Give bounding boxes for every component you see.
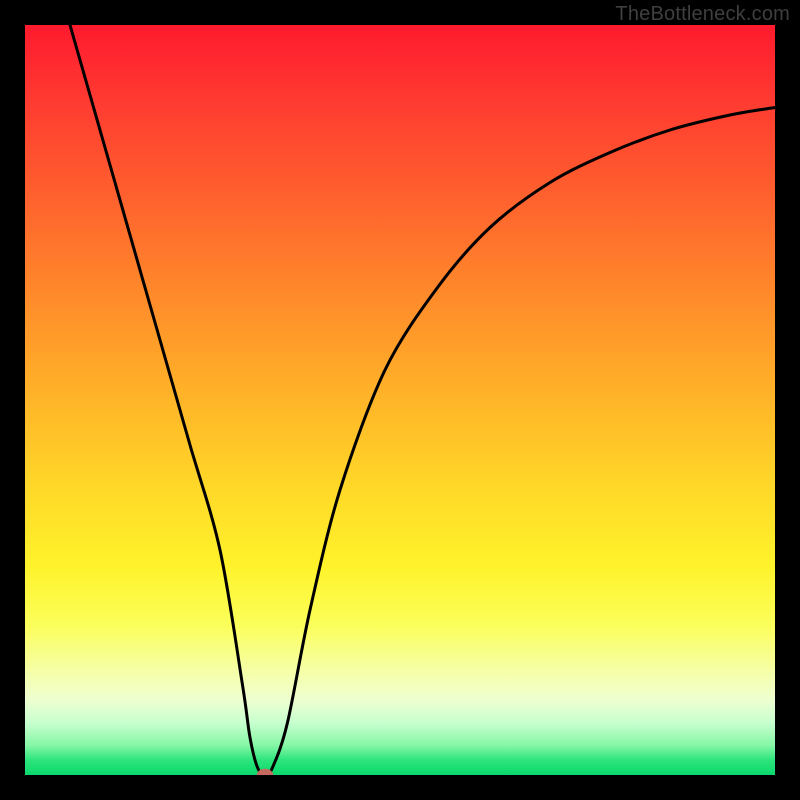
plot-area <box>25 25 775 775</box>
bottleneck-curve-svg <box>25 25 775 775</box>
chart-frame: TheBottleneck.com <box>0 0 800 800</box>
bottleneck-curve-path <box>70 25 775 775</box>
attribution-label: TheBottleneck.com <box>615 3 790 26</box>
